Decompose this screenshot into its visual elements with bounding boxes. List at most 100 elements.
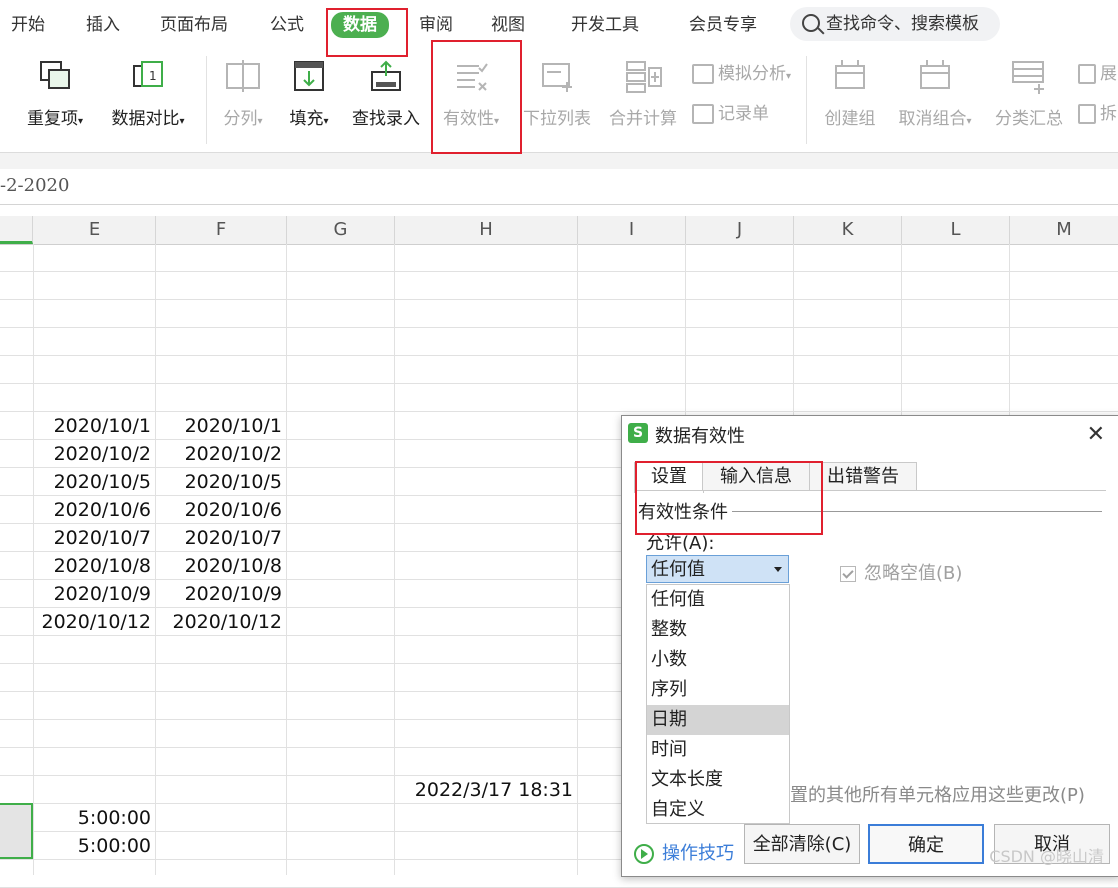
cell-f7[interactable]: 2020/10/1 [156,412,286,440]
cell-f11[interactable]: 2020/10/7 [156,524,286,552]
column-header-e[interactable]: E [34,216,156,244]
cell-e12[interactable]: 2020/10/8 [34,552,155,580]
column-header-k[interactable]: K [794,216,902,244]
ignore-blank-checkbox[interactable]: 忽略空值(B) [840,559,962,585]
consolidate-label: 合并计算 [609,109,677,129]
dialog-title-bar: S 数据有效性 ✕ [622,416,1118,452]
partial-expand-label: 展 [1100,64,1117,84]
column-header-f[interactable]: F [156,216,287,244]
menu-page-layout[interactable]: 页面布局 [160,13,228,37]
option-decimal[interactable]: 小数 [647,645,789,675]
formula-bar[interactable]: -2-2020 [0,170,1118,205]
consolidate-icon [623,58,663,96]
fill-button[interactable]: 填充▾ [284,58,334,129]
split-column-button[interactable]: 分列▾ [218,58,268,129]
menu-insert[interactable]: 插入 [86,13,120,37]
cell-e11[interactable]: 2020/10/7 [34,524,155,552]
find-entry-icon [366,58,406,96]
column-header-g[interactable]: G [287,216,395,244]
partial-expand-button[interactable]: 展 [1078,62,1117,86]
ungroup-button[interactable]: 取消组合▾ [891,58,979,129]
find-entry-label: 查找录入 [352,109,420,129]
subtotal-button[interactable]: 分类汇总 [992,58,1066,129]
column-header-h[interactable]: H [395,216,578,244]
cell-f8[interactable]: 2020/10/2 [156,440,286,468]
validation-button[interactable]: 有效性▾ [436,58,506,129]
tab-input-message[interactable]: 输入信息 [702,462,810,491]
menu-review[interactable]: 审阅 [419,13,453,37]
cell-h20[interactable]: 2022/3/17 18:31 [395,776,577,804]
what-if-icon [692,64,714,84]
cell-e8[interactable]: 2020/10/2 [34,440,155,468]
menu-data[interactable]: 数据 [331,12,389,38]
option-any-value[interactable]: 任何值 [647,585,789,615]
search-icon [802,14,820,32]
ungroup-icon [915,58,955,96]
column-header-i[interactable]: I [578,216,686,244]
column-header-j[interactable]: J [686,216,794,244]
record-form-button[interactable]: 记录单 [692,102,769,126]
cell-f14[interactable]: 2020/10/12 [156,608,286,636]
cell-f9[interactable]: 2020/10/5 [156,468,286,496]
chevron-down-icon [774,567,782,572]
partial-split-label: 拆 [1100,104,1117,124]
ok-button[interactable]: 确定 [868,824,984,864]
menu-member[interactable]: 会员专享 [689,13,757,37]
menu-formulas[interactable]: 公式 [270,13,304,37]
cell-e22[interactable]: 5:00:00 [34,832,155,860]
what-if-analysis-button[interactable]: 模拟分析▾ [692,62,791,86]
cell-e10[interactable]: 2020/10/6 [34,496,155,524]
command-search-box[interactable]: 查找命令、搜索模板 [790,7,1000,41]
option-custom[interactable]: 自定义 [647,795,789,825]
cell-e21[interactable]: 5:00:00 [34,804,155,832]
tips-link[interactable]: 操作技巧 [634,839,734,865]
menu-start[interactable]: 开始 [11,13,45,37]
option-list[interactable]: 序列 [647,675,789,705]
option-text-length[interactable]: 文本长度 [647,765,789,795]
cell-f12[interactable]: 2020/10/8 [156,552,286,580]
record-form-label: 记录单 [718,104,769,124]
ribbon-separator [806,56,807,144]
column-header-m[interactable]: M [1010,216,1118,244]
data-validation-dialog: S 数据有效性 ✕ 设置 输入信息 出错警告 有效性条件 允许(A): 任何值 … [621,415,1118,877]
row-gridline [0,299,1118,300]
consolidate-button[interactable]: 合并计算 [606,58,680,129]
tab-settings[interactable]: 设置 [634,462,704,493]
cell-f13[interactable]: 2020/10/9 [156,580,286,608]
close-icon[interactable]: ✕ [1087,422,1105,447]
clear-all-button[interactable]: 全部清除(C) [744,824,860,864]
cell-e9[interactable]: 2020/10/5 [34,468,155,496]
allow-select[interactable]: 任何值 [646,555,789,583]
create-group-button[interactable]: 创建组 [818,58,882,129]
data-compare-label: 数据对比 [111,109,180,129]
cell-e7[interactable]: 2020/10/1 [34,412,155,440]
duplicates-label: 重复项 [26,109,78,129]
column-header-prev[interactable] [0,216,33,244]
svg-text:1: 1 [149,69,157,83]
dropdown-list-button[interactable]: 下拉列表 [520,58,594,129]
row-gridline [0,327,1118,328]
create-group-label: 创建组 [824,109,876,129]
row-gridline [0,355,1118,356]
selected-cell[interactable] [0,803,33,859]
data-compare-button[interactable]: 1 数据对比▾ [104,58,192,129]
find-entry-button[interactable]: 查找录入 [348,58,424,129]
cell-e13[interactable]: 2020/10/9 [34,580,155,608]
option-time[interactable]: 时间 [647,735,789,765]
row-gridline [0,383,1118,384]
tab-error-alert[interactable]: 出错警告 [809,462,917,491]
menu-developer[interactable]: 开发工具 [571,13,639,37]
dropdown-list-icon [537,58,577,96]
split-column-label: 分列 [223,109,258,129]
option-date[interactable]: 日期 [647,705,789,735]
partial-split-button[interactable]: 拆 [1078,102,1117,126]
cell-f10[interactable]: 2020/10/6 [156,496,286,524]
menu-view[interactable]: 视图 [491,13,525,37]
column-header-l[interactable]: L [902,216,1010,244]
split-icon [1078,104,1096,124]
apply-to-all-checkbox[interactable]: 置的其他所有单元格应用这些更改(P) [790,781,1085,807]
play-icon [634,844,654,864]
duplicates-button[interactable]: 重复项▾ [20,58,90,129]
cell-e14[interactable]: 2020/10/12 [34,608,155,636]
option-whole-number[interactable]: 整数 [647,615,789,645]
